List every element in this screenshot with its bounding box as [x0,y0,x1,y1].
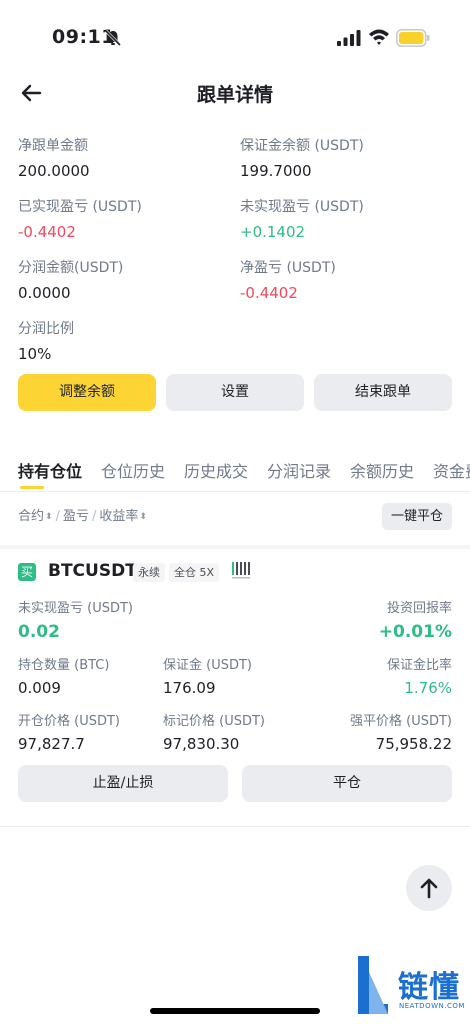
net-pnl: 净盈亏 (USDT) -0.4402 [240,257,336,302]
sort-pnl-label: 盈亏 [62,509,89,524]
section-gap [0,545,470,549]
realized-pnl-value: -0.4402 [18,223,76,241]
position-entry-price-value: 97,827.7 [18,735,85,753]
position-entry-price-label: 开仓价格 (USDT) [18,714,120,729]
watermark-subtext: NEATDOWN.COM [399,1002,465,1010]
sort-separator: / [91,509,97,524]
tab-position-history[interactable]: 仓位历史 [101,458,165,482]
profit-share-amount-label: 分润金额(USDT) [18,260,124,276]
tab-funding[interactable]: 资金费 [433,458,470,482]
margin-mode-tag: 全仓 5X [169,563,220,582]
profit-share-ratio-value: 10% [18,345,52,363]
position-liquidation-price: 强平价格 (USDT) 75,958.22 [350,710,452,753]
position-margin-ratio-label: 保证金比率 [386,658,452,673]
tab-bar: 持有仓位 仓位历史 历史成交 分润记录 余额历史 资金费 [0,450,470,490]
sort-pnl[interactable]: 盈亏 [63,509,89,524]
close-all-button[interactable]: 一键平仓 [381,503,452,530]
close-position-button[interactable]: 平仓 [242,765,452,802]
net-copy-amount-value: 200.0000 [18,162,90,180]
sort-contract-label: 合约 [18,509,45,524]
tab-profit-share-records[interactable]: 分润记录 [267,458,331,482]
position-strength-bars-icon [232,562,250,579]
position-margin-value: 176.09 [163,679,216,697]
net-pnl-value: -0.4402 [240,284,298,302]
perpetual-tag: 永续 [133,563,165,582]
position-roi-label: 投资回报率 [386,601,452,616]
watermark-text: 链懂 [398,970,460,1005]
position-divider [0,826,470,827]
position-entry-price: 开仓价格 (USDT) 97,827.7 [18,710,120,753]
battery-low-power-icon [396,29,430,47]
settings-button[interactable]: 设置 [166,374,304,411]
home-indicator[interactable] [150,1008,320,1014]
tab-trade-history[interactable]: 历史成交 [184,458,248,482]
nav-bar: 跟单详情 [0,72,470,116]
net-copy-amount: 净跟单金额 200.0000 [18,135,90,180]
tab-balance-history[interactable]: 余额历史 [350,458,414,482]
sort-contract[interactable]: 合约⬍ [18,509,53,524]
sort-separator: / [55,509,60,524]
position-roi: 投资回报率 +0.01% [379,597,452,642]
net-copy-amount-label: 净跟单金额 [18,138,88,154]
position-mark-price-value: 97,830.30 [163,735,240,753]
position-mark-price: 标记价格 (USDT) 97,830.30 [163,710,265,753]
margin-balance: 保证金余额 (USDT) 199.7000 [240,135,364,180]
status-bar: 09:11 [0,0,470,72]
position-margin-ratio: 保证金比率 1.76% [387,654,452,697]
buy-side-badge: 买 [18,563,36,581]
position-unrealized-pnl-value: 0.02 [18,622,60,642]
net-pnl-label: 净盈亏 (USDT) [240,260,336,276]
page-title: 跟单详情 [196,84,273,106]
position-liquidation-price-label: 强平价格 (USDT) [350,714,452,729]
unrealized-pnl-label: 未实现盈亏 (USDT) [240,199,364,215]
sort-roi[interactable]: 收益率⬍ [99,509,147,524]
position-symbol: BTCUSDT [48,561,137,581]
position-roi-value: +0.01% [378,622,452,642]
profit-share-ratio: 分润比例 10% [18,318,74,363]
position-size-value: 0.009 [18,679,61,697]
position-liquidation-price-value: 75,958.22 [375,735,452,753]
end-copy-button[interactable]: 结束跟单 [314,374,452,411]
profit-share-amount: 分润金额(USDT) 0.0000 [18,257,123,302]
profit-share-ratio-label: 分润比例 [18,321,74,337]
adjust-balance-button[interactable]: 调整余额 [18,374,156,411]
position-margin-ratio-value: 1.76% [404,679,452,697]
unrealized-pnl-value: +0.1402 [240,223,306,241]
wifi-icon [369,29,389,45]
position-mark-price-label: 标记价格 (USDT) [163,714,265,729]
unrealized-pnl: 未实现盈亏 (USDT) +0.1402 [240,196,364,241]
tabs-divider [0,491,470,492]
active-tab-indicator [20,486,44,489]
sort-arrows-icon: ⬍ [45,511,53,522]
scroll-to-top-button[interactable] [406,865,452,911]
position-margin: 保证金 (USDT) 176.09 [163,654,252,697]
arrow-up-icon [420,878,438,899]
tab-open-positions[interactable]: 持有仓位 [18,458,82,482]
position-size-label: 持仓数量 (BTC) [18,658,110,673]
signal-icon [337,30,361,46]
sort-arrows-icon: ⬍ [139,511,147,522]
realized-pnl: 已实现盈亏 (USDT) -0.4402 [18,196,142,241]
margin-balance-label: 保证金余额 (USDT) [240,138,364,154]
margin-balance-value: 199.7000 [240,162,312,180]
sort-roi-label: 收益率 [99,509,139,524]
realized-pnl-label: 已实现盈亏 (USDT) [18,199,142,215]
profit-share-amount-value: 0.0000 [18,284,71,302]
position-unrealized-pnl-label: 未实现盈亏 (USDT) [18,601,133,616]
position-size: 持仓数量 (BTC) 0.009 [18,654,109,697]
watermark-logo-icon [358,956,388,1014]
bell-muted-icon [104,29,122,47]
position-margin-label: 保证金 (USDT) [163,658,252,673]
sort-bar: 合约⬍ / 盈亏 / 收益率⬍ [18,505,147,524]
position-unrealized-pnl: 未实现盈亏 (USDT) 0.02 [18,597,133,642]
tp-sl-button[interactable]: 止盈/止损 [18,765,228,802]
